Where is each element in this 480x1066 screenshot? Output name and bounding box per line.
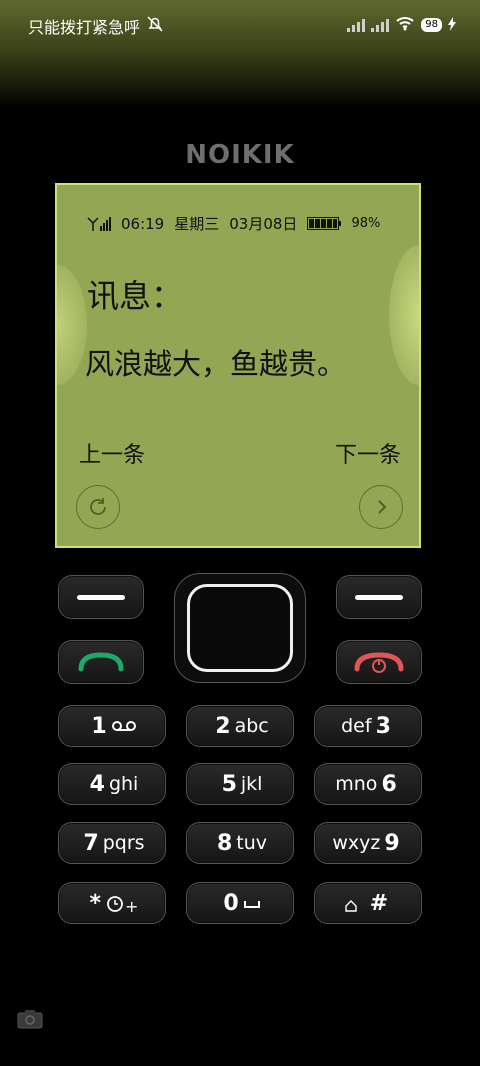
key-hash[interactable]: # (314, 882, 422, 924)
key-9-digit: 9 (384, 830, 400, 856)
key-8-digit: 8 (216, 830, 233, 856)
key-4-digit: 4 (89, 771, 105, 797)
space-icon (243, 901, 260, 908)
key-8[interactable]: 8 tuv (186, 822, 294, 864)
key-2-letters: abc (234, 715, 269, 737)
call-button[interactable] (58, 640, 144, 684)
battery-icon: 98 (421, 18, 442, 32)
center-select-key[interactable] (187, 584, 293, 672)
key-0[interactable]: 0 (186, 882, 294, 924)
nav-key-frame (174, 573, 306, 683)
emergency-only-text: 只能拨打紧急呼 (28, 18, 141, 37)
key-3[interactable]: def 3 (314, 705, 422, 747)
refresh-button[interactable] (76, 485, 120, 529)
key-star[interactable]: * + (58, 882, 166, 924)
voicemail-icon (111, 721, 136, 731)
key-5-letters: jkl (240, 773, 263, 795)
signal-1-icon (347, 18, 366, 32)
key-4[interactable]: 4 ghi (58, 763, 166, 805)
lcd-battery-icon (307, 217, 342, 230)
lcd-glow (389, 245, 419, 385)
key-2-digit: 2 (215, 713, 231, 739)
status-left: 只能拨打紧急呼 (28, 14, 164, 38)
key-6-letters: mno (335, 773, 378, 795)
key-6[interactable]: mno 6 (314, 763, 422, 805)
key-5[interactable]: 5 jkl (186, 763, 294, 805)
lcd-glow (57, 265, 87, 385)
charging-icon (448, 16, 456, 35)
lcd-status-row: 06:19 星期三 03月08日 98% (87, 213, 380, 234)
right-softkey[interactable] (336, 575, 422, 619)
next-message-button[interactable]: 下一条 (335, 437, 401, 469)
key-8-letters: tuv (236, 832, 268, 854)
forward-button[interactable] (359, 485, 403, 529)
key-9[interactable]: wxyz 9 (314, 822, 422, 864)
lcd-time: 06:19 (121, 214, 165, 233)
brand-logo: NOIKIK (185, 140, 295, 170)
chevron-right-icon (378, 500, 387, 514)
key-3-letters: def (341, 715, 372, 737)
key-3-digit: 3 (375, 713, 391, 739)
key-4-letters: ghi (108, 773, 139, 795)
message-text: 风浪越大，鱼越贵。 (85, 347, 347, 381)
camera-icon[interactable] (16, 1008, 44, 1030)
key-9-letters: wxyz (332, 832, 381, 854)
key-5-digit: 5 (221, 771, 237, 797)
key-7-digit: 7 (83, 830, 99, 856)
call-icon (78, 652, 124, 672)
home-icon (345, 900, 357, 912)
previous-message-button[interactable]: 上一条 (79, 437, 145, 469)
key-7-letters: pqrs (102, 832, 145, 854)
lcd-screen: 06:19 星期三 03月08日 98% 讯息： 风浪越大，鱼越贵。 上一条 下… (55, 183, 421, 548)
key-star-extra: + (125, 896, 139, 916)
message-title: 讯息： (87, 277, 184, 315)
system-status-bar: 只能拨打紧急呼 98 (0, 0, 480, 110)
mute-bell-icon (146, 15, 164, 37)
key-1[interactable]: 1 (58, 705, 166, 747)
key-star-symbol: * (89, 890, 102, 916)
lcd-signal-icon (87, 216, 111, 231)
refresh-icon (90, 498, 106, 515)
key-hash-symbol: # (369, 890, 389, 916)
lcd-battery-percent: 98% (351, 216, 381, 231)
power-end-icon (354, 652, 404, 673)
alarm-clock-icon (107, 896, 123, 912)
key-2[interactable]: 2 abc (186, 705, 294, 747)
lcd-date: 03月08日 (229, 215, 298, 233)
status-right: 98 (347, 15, 456, 35)
key-0-digit: 0 (223, 890, 239, 916)
lcd-weekday: 星期三 (174, 215, 220, 233)
key-7[interactable]: 7 pqrs (58, 822, 166, 864)
wifi-icon (395, 15, 415, 35)
signal-2-icon (371, 18, 390, 32)
end-call-button[interactable] (336, 640, 422, 684)
left-softkey[interactable] (58, 575, 144, 619)
key-1-digit: 1 (91, 713, 107, 739)
key-6-digit: 6 (381, 771, 397, 797)
